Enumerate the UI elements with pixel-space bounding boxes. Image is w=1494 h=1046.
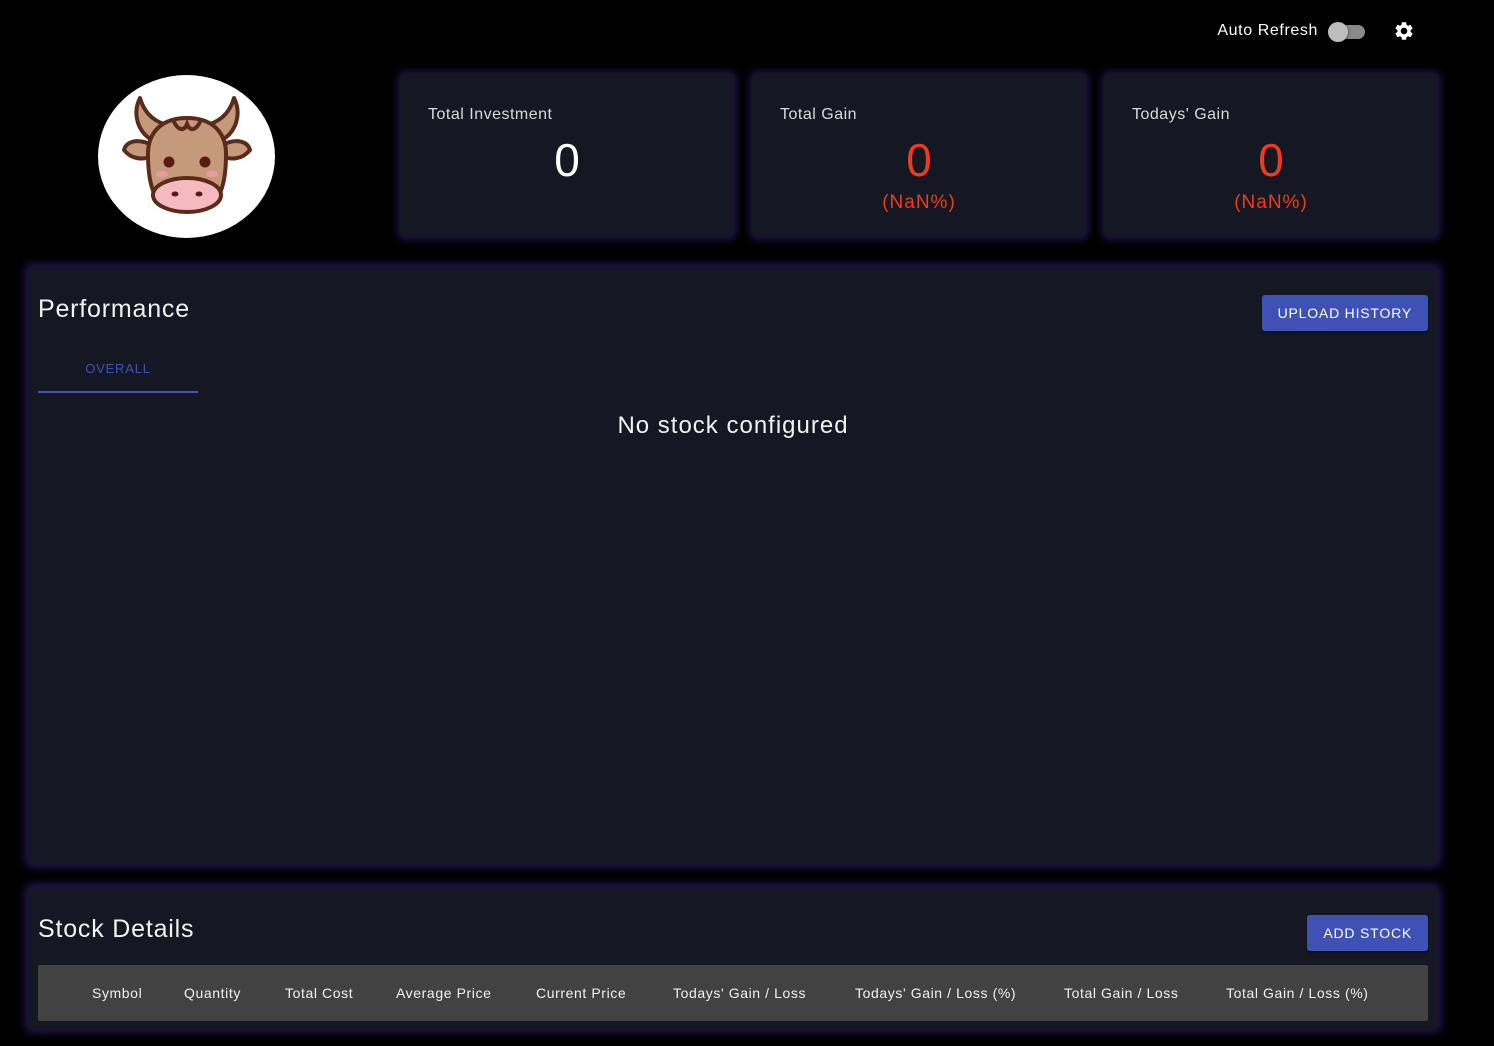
total-investment-card: Total Investment 0 (400, 74, 734, 237)
stock-table-header: Symbol Quantity Total Cost Average Price… (38, 965, 1428, 1021)
toggle-thumb[interactable] (1328, 22, 1348, 42)
todays-gain-percent: (NaN%) (1234, 192, 1308, 213)
auto-refresh-label: Auto Refresh (1217, 22, 1318, 39)
total-gain-value: 0 (906, 134, 932, 186)
tab-overall[interactable]: OVERALL (38, 347, 198, 393)
total-gain-card: Total Gain 0 (NaN%) (752, 74, 1086, 237)
column-header-quantity[interactable]: Quantity (184, 985, 285, 1001)
column-header-total-cost[interactable]: Total Cost (285, 985, 396, 1001)
top-bar: Auto Refresh (1217, 16, 1416, 46)
performance-title: Performance (38, 295, 190, 323)
performance-panel: Performance UPLOAD HISTORY OVERALL No st… (28, 267, 1438, 864)
column-header-todays-gain-loss[interactable]: Todays' Gain / Loss (673, 985, 855, 1001)
total-investment-value: 0 (554, 134, 580, 186)
todays-gain-card: Todays' Gain 0 (NaN%) (1104, 74, 1438, 237)
empty-state-message: No stock configured (617, 412, 849, 439)
todays-gain-value: 0 (1258, 134, 1284, 186)
column-header-symbol[interactable]: Symbol (92, 985, 184, 1001)
stock-details-panel: Stock Details ADD STOCK Symbol Quantity … (28, 887, 1438, 1029)
total-gain-label: Total Gain (780, 106, 858, 123)
column-header-current-price[interactable]: Current Price (536, 985, 673, 1001)
add-stock-button[interactable]: ADD STOCK (1307, 915, 1428, 951)
bull-face-icon (121, 95, 252, 214)
total-investment-label: Total Investment (428, 106, 553, 123)
column-header-average-price[interactable]: Average Price (396, 985, 536, 1001)
upload-history-button[interactable]: UPLOAD HISTORY (1261, 295, 1428, 331)
todays-gain-label: Todays' Gain (1132, 106, 1230, 123)
stock-details-title: Stock Details (38, 915, 195, 943)
column-header-todays-gain-loss-pct[interactable]: Todays' Gain / Loss (%) (855, 985, 1064, 1001)
column-header-total-gain-loss[interactable]: Total Gain / Loss (1064, 985, 1226, 1001)
column-header-total-gain-loss-pct[interactable]: Total Gain / Loss (%) (1226, 985, 1369, 1001)
gear-icon[interactable] (1392, 19, 1416, 43)
bull-logo-avatar (98, 75, 275, 238)
total-gain-percent: (NaN%) (882, 192, 956, 213)
auto-refresh-toggle[interactable] (1328, 22, 1366, 42)
